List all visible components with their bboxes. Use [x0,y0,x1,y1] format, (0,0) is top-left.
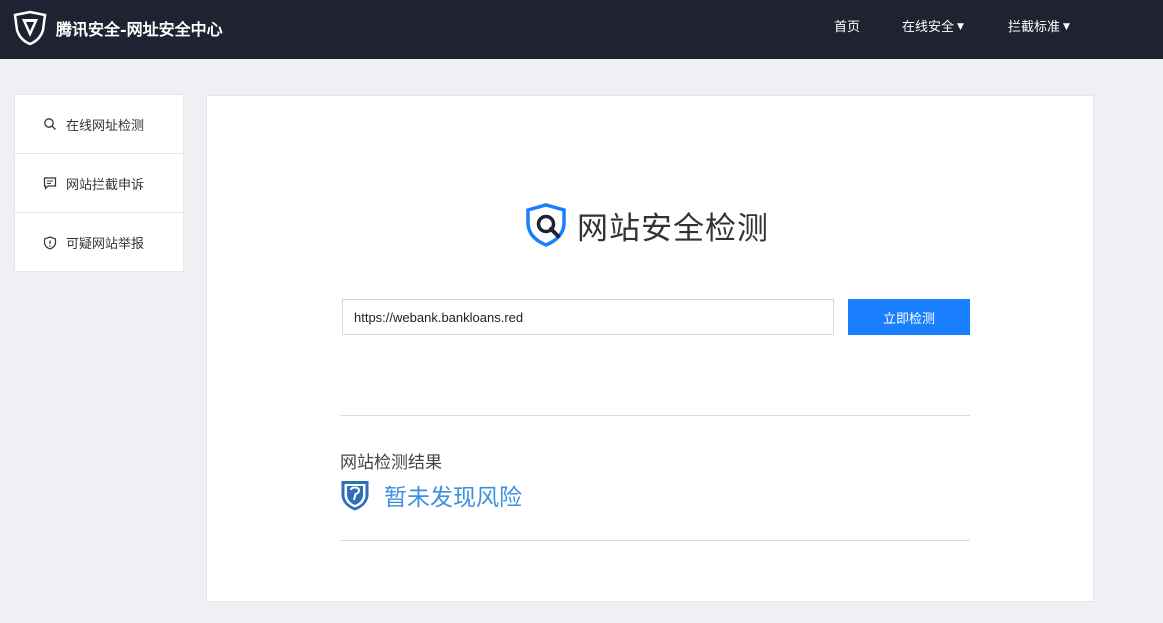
sidebar-item-label: 网站拦截申诉 [66,177,145,193]
nav-home-label: 首页 [834,20,861,35]
nav-block-standards[interactable]: 拦截标准 ▼ [1008,0,1070,59]
sidebar-item-appeal[interactable]: 网站拦截申诉 [15,154,183,213]
sidebar-item-label: 可疑网站举报 [66,237,145,252]
sidebar-item-report[interactable]: 可疑网站举报 [15,213,183,272]
nav-online-security-label: 在线安全 [902,20,955,35]
sidebar-item-url-check[interactable]: 在线网址检测 [15,95,183,154]
brand-title: 腾讯安全-网址安全中心 [56,20,223,39]
url-input[interactable] [342,299,834,335]
alert-shield-icon [43,235,57,250]
safe-shield-icon [341,481,369,511]
main-panel: 网站安全检测 立即检测 网站检测结果 暂未发现风险 [206,95,1094,602]
page-title: 网站安全检测 [577,210,769,247]
divider [340,540,970,541]
nav-home[interactable]: 首页 [834,0,860,59]
brand[interactable]: 腾讯安全-网址安全中心 [12,10,223,46]
nav-block-standards-label: 拦截标准 [1008,20,1061,35]
result-label: 网站检测结果 [340,453,442,473]
comment-icon [43,177,57,190]
nav-online-security[interactable]: 在线安全 ▼ [902,0,964,59]
sidebar: 在线网址检测 网站拦截申诉 可疑网站举报 [14,94,184,272]
caret-down-icon: ▼ [957,22,964,32]
caret-down-icon: ▼ [1063,22,1070,32]
sidebar-item-label: 在线网址检测 [66,118,145,134]
search-icon [44,118,56,130]
tencent-security-logo-icon [13,10,47,46]
top-navigation-bar: 腾讯安全-网址安全中心 首页 在线安全 ▼ 拦截标准 ▼ [0,0,1163,59]
check-now-button[interactable]: 立即检测 [848,299,970,335]
page-title-group: 网站安全检测 [523,202,769,248]
divider [340,415,970,416]
result-status: 暂未发现风险 [340,478,522,512]
shield-search-icon [526,203,566,247]
result-text: 暂未发现风险 [384,485,522,511]
